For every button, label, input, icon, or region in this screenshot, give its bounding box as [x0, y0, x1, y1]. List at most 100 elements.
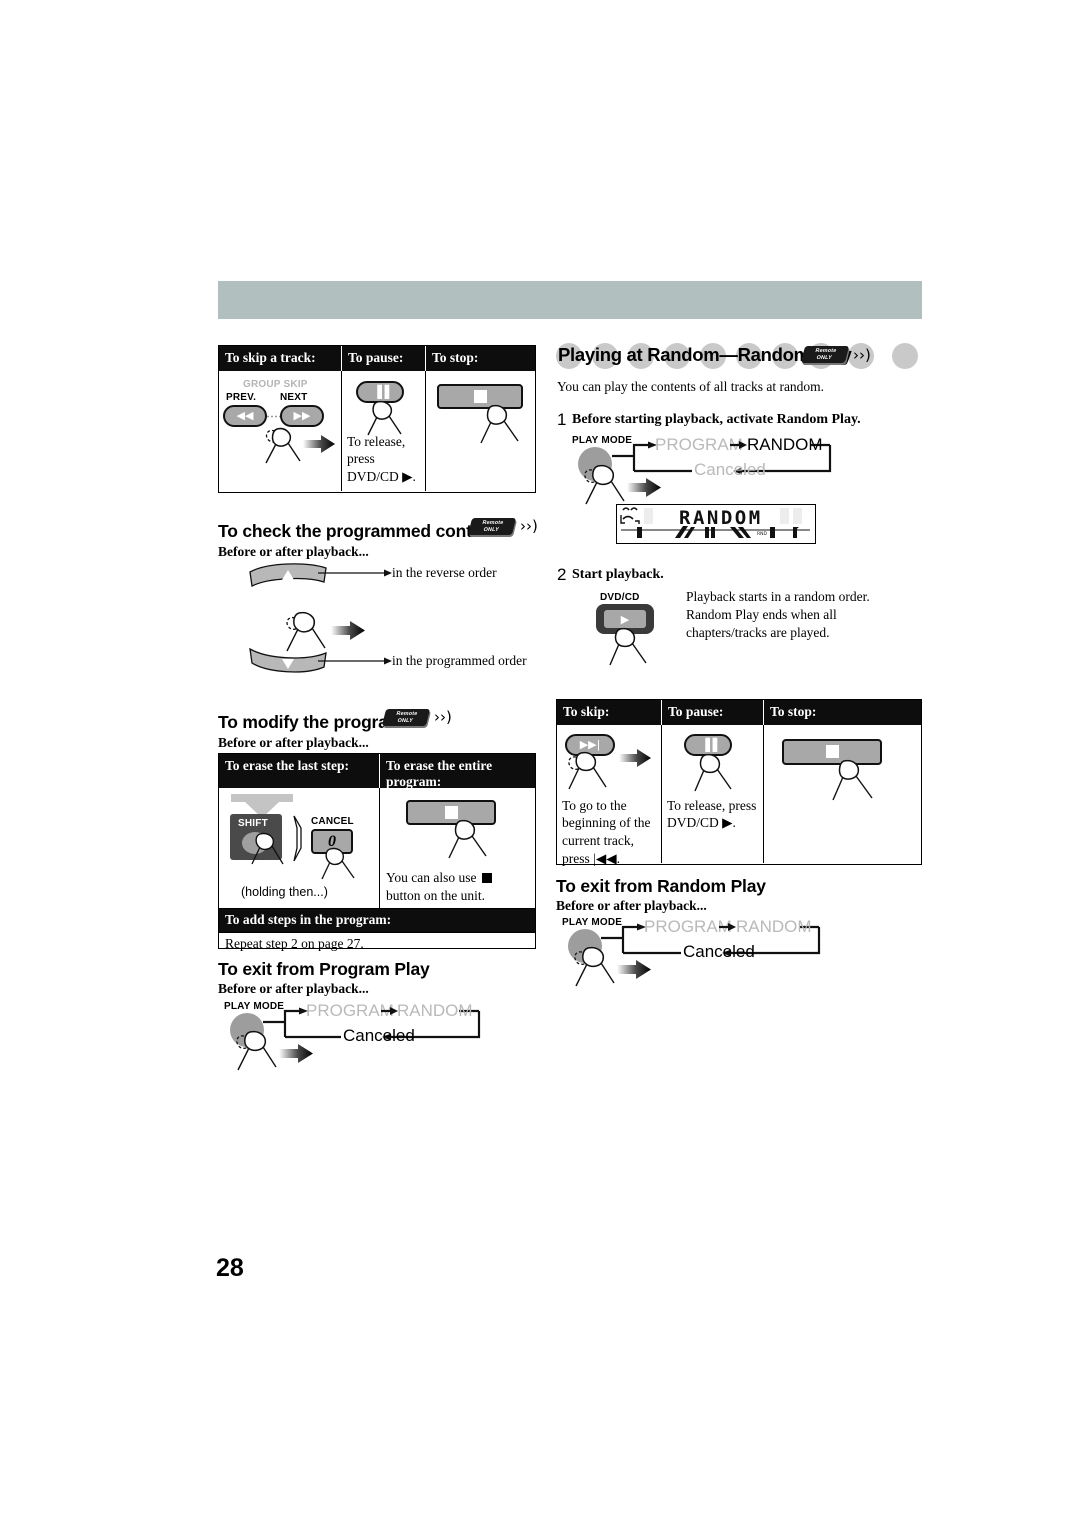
next-label: NEXT: [280, 391, 308, 403]
prev-label: PREV.: [226, 391, 257, 403]
remote-badge-line2: ONLY: [482, 527, 500, 534]
arrow-to-programmed-order: [318, 657, 392, 665]
cursor-down-button[interactable]: [248, 645, 328, 675]
press-arrow-icon: [331, 621, 365, 640]
dvd-cd-label: DVD/CD: [600, 592, 640, 603]
table-modify-program: To erase the last step: To erase the ent…: [218, 753, 536, 951]
stop-icon: [481, 873, 492, 883]
table-skip-pause-stop-program: To skip a track: To pause: To stop: GROU…: [218, 345, 536, 493]
shift-button-block[interactable]: SHIFT: [230, 814, 282, 860]
top-banner: [218, 281, 922, 319]
section-intro-text: You can play the contents of all tracks …: [557, 379, 825, 394]
cancel-zero-glyph: 0: [328, 832, 336, 850]
next-icon: ▶▶: [293, 409, 311, 423]
flow-diagram-exit-program: PROGRAM RANDOM Canceled: [263, 1000, 488, 1058]
table-header-row: To skip a track: To pause: To stop:: [219, 346, 535, 371]
footer-header-add-steps: To add steps in the program:: [219, 908, 535, 932]
play-mode-button[interactable]: [230, 1013, 264, 1047]
dvd-cd-play-button[interactable]: ▶: [596, 604, 654, 634]
pause-button[interactable]: ▐▐: [684, 733, 732, 756]
play-icon: ▶: [620, 612, 630, 626]
signal-waves-icon: ››): [853, 346, 871, 364]
cell-pause: ▐▐ To release, press DVD/CD ▶.: [341, 370, 425, 491]
shift-label: SHIFT: [238, 818, 268, 829]
cursor-up-button[interactable]: [248, 562, 328, 590]
pressing-hand-icon: [257, 423, 307, 469]
stop-icon: [444, 806, 458, 819]
next-icon: ▶▶|: [579, 738, 601, 752]
next-button[interactable]: ▶▶: [280, 404, 324, 427]
step-1-number: 1: [557, 410, 567, 429]
remote-badge-line1: Remote: [481, 520, 505, 526]
play-mode-button[interactable]: [568, 929, 602, 963]
pause-button[interactable]: ▐▐: [356, 380, 404, 403]
flow-arrow-icon: [719, 923, 736, 931]
prev-button[interactable]: ◀◀: [223, 404, 267, 427]
heading-check-programmed-contents: To check the programmed contents: [218, 521, 507, 541]
step-2-description: Playback starts in a random order. Rando…: [686, 589, 870, 641]
section-heading-playing-at-random: Playing at Random—Random Play Remote ONL…: [556, 343, 922, 370]
cell-stop: [425, 370, 535, 491]
prev-icon: ◀◀: [236, 409, 254, 423]
remote-badge-line1: Remote: [395, 711, 419, 717]
erase-all-note-part1: You can also use: [386, 870, 477, 885]
next-skip-button[interactable]: ▶▶|: [565, 733, 615, 756]
header-erase-last-step: To erase the last step:: [225, 758, 349, 773]
flow-label-random: RANDOM: [747, 435, 823, 454]
label-programmed-order: in the programmed order: [392, 653, 527, 668]
subheading-before-after-playback-exit-random: Before or after playback...: [556, 898, 707, 913]
header-to-skip-a-track: To skip a track:: [225, 350, 316, 365]
header-to-pause: To pause:: [661, 700, 763, 725]
display-contents: RANDOM RND: [620, 507, 810, 538]
stop-icon: [473, 389, 487, 403]
table-header-row: To skip: To pause: To stop:: [557, 700, 921, 725]
press-arrow-icon: [619, 748, 651, 767]
heading-modify-program: To modify the program: [218, 712, 404, 732]
header-erase-entire-program: To erase the entire program:: [379, 754, 535, 789]
holding-then-note: (holding then...): [241, 885, 328, 899]
remote-badge-line1: Remote: [814, 348, 838, 354]
play-mode-button[interactable]: [578, 447, 612, 481]
step-1-text: Before starting playback, activate Rando…: [572, 412, 861, 427]
display-panel: RANDOM RND: [616, 504, 816, 544]
flow-arrow-icon: [730, 441, 747, 449]
page-number: 28: [216, 1254, 244, 1282]
subheading-before-after-playback-check: Before or after playback...: [218, 544, 369, 559]
cell-skip-a-track: GROUP SKIP PREV. NEXT ◀◀ ▶▶: [219, 371, 341, 491]
manual-page: To skip a track: To pause: To stop: GROU…: [0, 0, 1080, 1528]
cell-erase-entire-program: You can also use button on the unit.: [379, 788, 535, 908]
footer-row-repeat-step: Repeat step 2 on page 27.: [219, 932, 535, 956]
flow-label-random: RANDOM: [397, 1001, 473, 1020]
cancel-zero-button[interactable]: 0: [311, 829, 353, 854]
stop-button[interactable]: [782, 738, 882, 765]
table-header-row: To erase the last step: To erase the ent…: [219, 754, 535, 789]
table-body-row: GROUP SKIP PREV. NEXT ◀◀ ▶▶ ▐▐ To releas…: [219, 370, 535, 491]
pause-release-note: To release, press DVD/CD ▶.: [347, 433, 416, 485]
remote-badge-line2: ONLY: [396, 718, 414, 725]
remote-only-badge: Remote ONLY: [467, 518, 517, 537]
pause-release-note: To release, press DVD/CD ▶.: [667, 797, 757, 831]
shift-key-circle[interactable]: [242, 832, 268, 854]
stop-icon: [825, 745, 839, 759]
cell-skip: ▶▶| To go to the beginning of the curren…: [557, 725, 661, 866]
pause-icon: ▐▐: [372, 384, 390, 399]
stop-button[interactable]: [437, 383, 523, 409]
remote-only-badge: Remote ONLY: [381, 709, 431, 728]
remote-badge-label: Remote ONLY: [382, 709, 430, 726]
heading-exit-program-play: To exit from Program Play: [218, 959, 430, 979]
flow-label-canceled: Canceled: [683, 942, 755, 961]
table-body-row: SHIFT CANCEL 0 (holding then...) You can…: [219, 788, 535, 908]
cell-erase-last-step: SHIFT CANCEL 0 (holding then...): [219, 788, 379, 908]
pressing-hand-icon: [688, 750, 740, 798]
footer-header-label: To add steps in the program:: [225, 912, 392, 927]
subheading-before-after-playback-modify: Before or after playback...: [218, 735, 369, 750]
flow-label-random: RANDOM: [736, 917, 812, 936]
erase-all-note: You can also use button on the unit.: [386, 869, 526, 904]
display-random-text: RANDOM: [679, 507, 763, 529]
footer-repeat-step-label: Repeat step 2 on page 27.: [225, 936, 364, 951]
erase-all-note-part2: button on the unit.: [386, 887, 485, 903]
flow-diagram-exit-random: PROGRAM RANDOM Canceled: [601, 916, 829, 974]
stop-button[interactable]: [406, 800, 496, 825]
flow-label-canceled: Canceled: [694, 460, 766, 479]
flow-label-canceled: Canceled: [343, 1026, 415, 1045]
